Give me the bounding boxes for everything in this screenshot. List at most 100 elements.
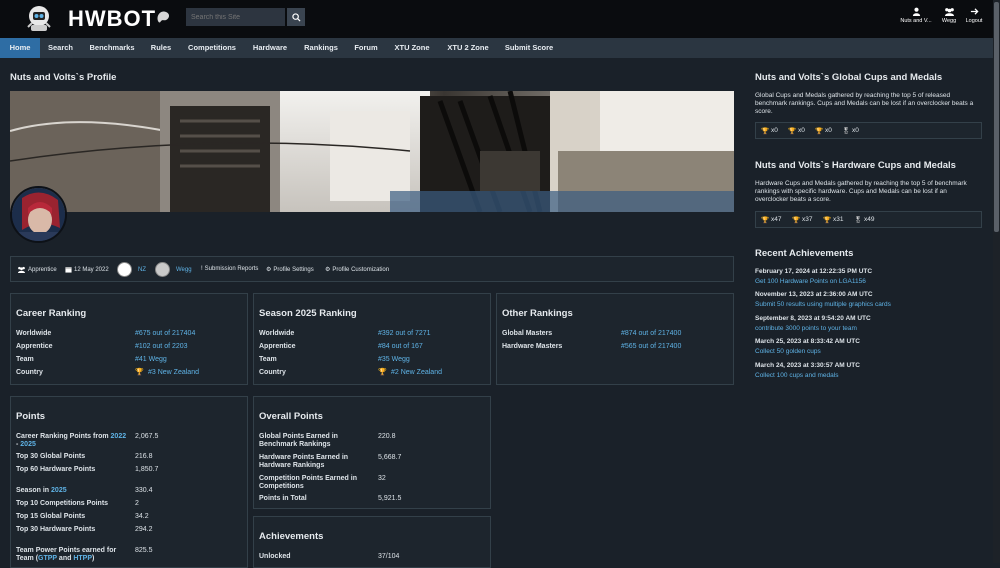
other-row-label: Global Masters xyxy=(502,330,553,337)
career-apprentice-value[interactable]: #102 out of 2203 xyxy=(135,343,188,350)
season-apprentice-value[interactable]: #84 out of 167 xyxy=(378,343,423,350)
season-row-label: Country xyxy=(259,369,286,376)
league-label: Apprentice xyxy=(28,266,57,273)
profile-cover-image xyxy=(10,91,734,212)
hwbot-robot-logo[interactable] xyxy=(24,3,54,33)
search-button[interactable] xyxy=(287,8,305,26)
career-country-value[interactable]: #3 New Zealand xyxy=(148,369,199,376)
overall-points-panel: Overall Points Global Points Earned in B… xyxy=(253,396,491,509)
nav-submit-score[interactable]: Submit Score xyxy=(502,38,556,58)
nav-xtu2-zone[interactable]: XTU 2 Zone xyxy=(442,38,494,58)
top30-global-value: 216.8 xyxy=(135,453,153,460)
site-logo-text[interactable]: HWBOT xyxy=(68,6,156,32)
total-points-value: 5,921.5 xyxy=(378,495,402,502)
other-rankings-title: Other Rankings xyxy=(502,308,573,319)
career-worldwide-value[interactable]: #675 out of 217404 xyxy=(135,330,195,337)
achievement-link[interactable]: Get 100 Hardware Points on LGA1156 xyxy=(755,278,866,285)
nav-rankings[interactable]: Rankings xyxy=(300,38,342,58)
achievement-date: March 25, 2023 at 8:33:42 AM UTC xyxy=(755,338,860,345)
profile-customization-label: Profile Customization xyxy=(332,266,390,273)
gtpp-link[interactable]: GTPP xyxy=(38,555,57,562)
nav-competitions[interactable]: Competitions xyxy=(184,38,240,58)
joined-date-info: 12 May 2022 xyxy=(65,266,109,273)
year-link[interactable]: 2022 xyxy=(111,433,127,440)
career-ranking-panel: Career Ranking Worldwide #675 out of 217… xyxy=(10,293,248,385)
group-icon xyxy=(18,266,25,273)
nav-rules[interactable]: Rules xyxy=(145,38,177,58)
country-info[interactable]: NZ xyxy=(117,262,146,277)
calendar-icon xyxy=(65,267,72,273)
unlocked-label: Unlocked xyxy=(259,553,291,560)
country-code[interactable]: NZ xyxy=(138,267,146,273)
egg-icon[interactable] xyxy=(155,9,172,26)
top30-hardware-value: 294.2 xyxy=(135,526,153,533)
nav-forum[interactable]: Forum xyxy=(350,38,382,58)
achievement-date: November 13, 2023 at 2:36:00 AM UTC xyxy=(755,291,873,298)
nav-xtu-zone[interactable]: XTU Zone xyxy=(390,38,434,58)
career-team-value[interactable]: #41 Wegg xyxy=(135,356,167,363)
silver-cup-icon: 🏆 xyxy=(792,217,801,224)
top10-competitions-label: Top 10 Competitions Points xyxy=(16,500,109,507)
user-menu[interactable]: Nuts and V... xyxy=(900,7,932,24)
nav-home[interactable]: Home xyxy=(0,38,40,58)
overall-points-title: Overall Points xyxy=(259,411,323,422)
other-row-label: Hardware Masters xyxy=(502,343,563,350)
submission-reports-label: Submission Reports xyxy=(204,266,259,272)
avatar[interactable] xyxy=(10,186,67,243)
top15-global-label: Top 15 Global Points xyxy=(16,513,86,520)
scrollbar-thumb[interactable] xyxy=(994,2,999,232)
year-link[interactable]: 2025 xyxy=(51,487,67,494)
team-menu[interactable]: Wegg xyxy=(940,7,958,24)
nav-search[interactable]: Search xyxy=(42,38,79,58)
season-row-label: Apprentice xyxy=(259,343,296,350)
gold-cup-count: x47 xyxy=(771,216,782,223)
career-points-value: 2,067.5 xyxy=(135,433,159,440)
achievement-link[interactable]: contribute 3000 points to your team xyxy=(755,325,857,332)
global-medals-box: 🏆 x0 🏆 x0 🏆 x0 🎖 x0 xyxy=(755,122,982,139)
team-link[interactable]: Wegg xyxy=(176,267,192,273)
page-scrollbar[interactable] xyxy=(993,0,1000,563)
achievement-date: February 17, 2024 at 12:22:35 PM UTC xyxy=(755,268,873,275)
gold-cup-icon: 🏆 xyxy=(761,217,770,224)
htpp-link[interactable]: HTPP xyxy=(73,555,92,562)
global-points-value: 220.8 xyxy=(378,433,396,440)
team-power-points-label: Team Power Points earned for Team (GTPP … xyxy=(16,547,131,563)
achievement-link[interactable]: Collect 100 cups and medals xyxy=(755,372,838,379)
top60-hardware-label: Top 60 Hardware Points xyxy=(16,466,96,473)
achievements-panel: Achievements Unlocked 37/104 xyxy=(253,516,491,568)
joined-date: 12 May 2022 xyxy=(74,266,109,273)
season-ranking-title: Season 2025 Ranking xyxy=(259,308,357,319)
global-masters-value[interactable]: #874 out of 217400 xyxy=(621,330,681,337)
search-input[interactable] xyxy=(186,8,285,26)
achievement-link[interactable]: Collect 50 golden cups xyxy=(755,348,821,355)
gear-icon: ⚙ xyxy=(325,267,331,273)
season-country-value[interactable]: #2 New Zealand xyxy=(391,369,442,376)
bronze-cup-count: x0 xyxy=(825,127,832,134)
bronze-cup-count: x31 xyxy=(833,216,844,223)
medal-icon: 🎖 xyxy=(842,128,851,135)
career-ranking-title: Career Ranking xyxy=(16,308,87,319)
team-icon xyxy=(944,8,954,16)
team-power-points-value: 825.5 xyxy=(135,547,153,554)
achievements-title: Achievements xyxy=(259,531,324,542)
team-menu-label: Wegg xyxy=(941,18,957,24)
year-link[interactable]: 2025 xyxy=(20,441,36,448)
league-info: Apprentice xyxy=(17,266,57,273)
exclamation-icon: ! xyxy=(201,266,203,272)
profile-settings-link[interactable]: ⚙ Profile Settings xyxy=(266,266,314,274)
silver-cup-icon: 🏆 xyxy=(788,128,797,135)
profile-settings-label: Profile Settings xyxy=(273,266,314,273)
season-worldwide-value[interactable]: #392 out of 7271 xyxy=(378,330,431,337)
season-team-value[interactable]: #35 Wegg xyxy=(378,356,410,363)
achievement-link[interactable]: Submit 50 results using multiple graphic… xyxy=(755,301,891,308)
nav-benchmarks[interactable]: Benchmarks xyxy=(84,38,140,58)
nav-hardware[interactable]: Hardware xyxy=(248,38,292,58)
submission-reports-link[interactable]: ! Submission Reports xyxy=(201,266,258,272)
achievement-date: September 8, 2023 at 9:54:20 AM UTC xyxy=(755,315,871,322)
recent-achievements-title: Recent Achievements xyxy=(755,248,854,259)
main-nav: Home Search Benchmarks Rules Competition… xyxy=(0,38,993,58)
hardware-masters-value[interactable]: #565 out of 217400 xyxy=(621,343,681,350)
profile-customization-link[interactable]: ⚙ Profile Customization xyxy=(325,266,390,274)
team-info[interactable]: Wegg xyxy=(155,262,192,277)
logout-button[interactable]: Logout xyxy=(964,7,984,24)
